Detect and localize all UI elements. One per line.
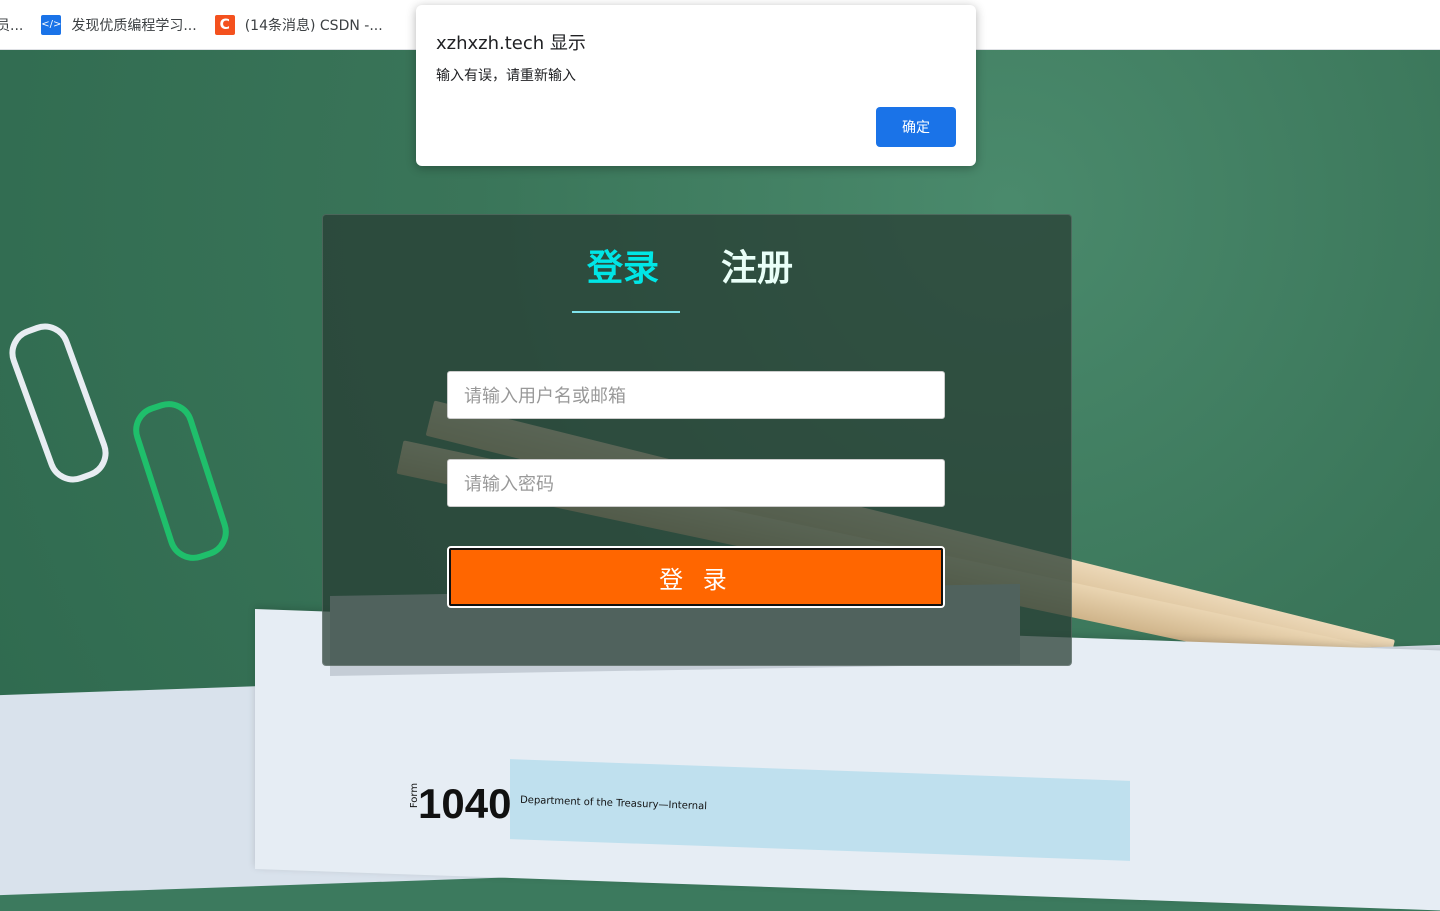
tab-login[interactable]: 登录 xyxy=(587,239,659,291)
dialog-title: xzhxzh.tech 显示 xyxy=(436,33,586,54)
bookmark-item[interactable]: 员... xyxy=(0,15,23,35)
bookmark-item[interactable]: C (14条消息) CSDN -... xyxy=(214,14,383,35)
form-number: 1040 xyxy=(418,780,512,827)
alert-dialog: xzhxzh.tech 显示 输入有误，请重新输入 确定 xyxy=(416,5,976,166)
username-input[interactable]: 请输入用户名或邮箱 xyxy=(447,371,945,419)
bookmark-item[interactable]: </> 发现优质编程学习... xyxy=(41,14,197,35)
bookmark-label: 发现优质编程学习... xyxy=(71,17,197,34)
active-tab-underline xyxy=(572,311,680,313)
login-card: 登录 注册 请输入用户名或邮箱 请输入密码 登 录 xyxy=(322,214,1072,666)
dialog-ok-button[interactable]: 确定 xyxy=(876,107,956,147)
bookmark-label: 员... xyxy=(0,17,24,34)
login-button[interactable]: 登 录 xyxy=(447,546,945,608)
dialog-message: 输入有误，请重新输入 xyxy=(436,68,576,84)
auth-tabs: 登录 注册 xyxy=(323,239,1071,309)
csdn-icon: C xyxy=(214,14,235,35)
bookmark-label: (14条消息) CSDN -... xyxy=(244,17,383,34)
password-input[interactable]: 请输入密码 xyxy=(447,459,945,507)
code-icon: </> xyxy=(41,14,61,35)
tab-register[interactable]: 注册 xyxy=(721,239,793,291)
